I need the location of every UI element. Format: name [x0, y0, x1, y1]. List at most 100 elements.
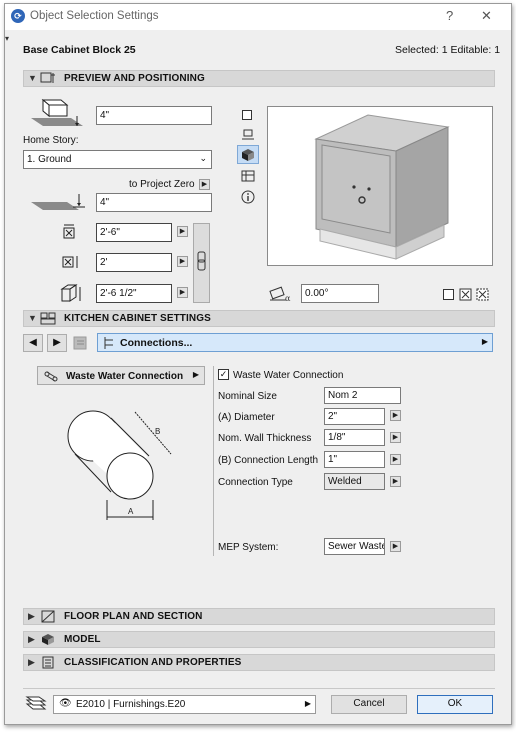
pipe-icon	[44, 371, 58, 382]
depth-input[interactable]: 2'	[96, 253, 172, 272]
3d-preview[interactable]	[267, 106, 493, 266]
section-model-title: MODEL	[64, 634, 101, 645]
next-page-button[interactable]: ▶	[47, 334, 67, 352]
cancel-button[interactable]: Cancel	[331, 695, 407, 714]
title-bar: ⟳ Object Selection Settings ? ✕	[5, 4, 511, 30]
diagram-label-b: B	[155, 427, 160, 436]
section-floorplan-title: FLOOR PLAN AND SECTION	[64, 611, 203, 622]
kitchen-settings-icon	[40, 312, 56, 325]
chevron-right-icon: ▶	[192, 370, 199, 379]
depth-arrow-button[interactable]: ▶	[177, 256, 188, 267]
home-story-value: 1. Ground	[27, 154, 72, 165]
section-classification-header[interactable]: ▶ CLASSIFICATION AND PROPERTIES	[23, 654, 495, 671]
chain-link-icon	[197, 251, 206, 271]
height-arrow-button[interactable]: ▶	[177, 287, 188, 298]
width-input[interactable]: 2'-6"	[96, 223, 172, 242]
page-selector-value: Connections...	[120, 337, 193, 349]
nominal-size-input[interactable]: Nom 2	[324, 387, 401, 404]
footer-divider	[23, 688, 495, 689]
mep-system-arrow-button[interactable]: ▶	[390, 541, 401, 552]
preview-list-icon[interactable]	[241, 169, 255, 183]
project-zero-arrow-button[interactable]: ▶	[199, 179, 210, 190]
page-list-icon[interactable]	[72, 335, 90, 351]
section-preview-header[interactable]: ▼ PREVIEW AND POSITIONING	[23, 70, 495, 87]
project-zero-input[interactable]: 4"	[96, 193, 212, 212]
wall-thickness-arrow-button[interactable]: ▶	[390, 432, 401, 443]
collapse-arrow-icon: ▼	[28, 73, 37, 83]
connection-type-arrow-button[interactable]: ▶	[390, 476, 401, 487]
nominal-size-label: Nominal Size	[218, 391, 277, 402]
height-input[interactable]: 2'-6 1/2"	[96, 284, 172, 303]
waste-water-checkbox-label: Waste Water Connection	[233, 370, 344, 381]
layer-icon	[25, 696, 47, 710]
connection-button-label: Waste Water Connection	[66, 371, 184, 382]
waste-water-connection-button[interactable]: Waste Water Connection ▶	[37, 366, 205, 385]
collapse-arrow-icon: ▼	[28, 313, 37, 323]
rotation-angle-icon: α	[269, 286, 291, 303]
cabinet-preview-image	[314, 114, 450, 260]
proportion-lock-toggle[interactable]	[193, 223, 210, 303]
diameter-label: (A) Diameter	[218, 412, 275, 423]
window-title: Object Selection Settings	[30, 10, 159, 22]
diagram-label-a: A	[128, 507, 134, 516]
diameter-input[interactable]: 2"	[324, 408, 385, 425]
cube-icon	[242, 149, 254, 161]
wall-thickness-label: Nom. Wall Thickness	[218, 433, 312, 444]
depth-icon	[62, 256, 78, 268]
connection-length-arrow-button[interactable]: ▶	[390, 454, 401, 465]
height-icon	[60, 284, 81, 302]
model-icon	[42, 634, 54, 645]
elevation-to-story-icon	[31, 98, 83, 126]
preview-3d-button[interactable]	[237, 145, 259, 164]
mep-system-input[interactable]: Sewer Waste	[324, 538, 385, 555]
ok-button[interactable]: OK	[417, 695, 493, 714]
preview-positioning-icon	[40, 72, 55, 83]
object-name: Base Cabinet Block 25	[23, 44, 136, 56]
width-icon	[63, 224, 75, 239]
section-model-header[interactable]: ▶ MODEL	[23, 631, 495, 648]
section-preview-title: PREVIEW AND POSITIONING	[64, 73, 205, 84]
expand-arrow-icon: ▶	[28, 611, 35, 621]
info-icon[interactable]	[241, 190, 255, 204]
connection-type-label: Connection Type	[218, 477, 293, 488]
classification-select[interactable]: 👁 E2010 | Furnishings.E20 ▶	[53, 695, 316, 714]
chevron-down-icon: ⌄	[199, 153, 207, 163]
app-icon: ⟳	[11, 9, 25, 23]
connections-icon	[104, 337, 113, 349]
svg-text:α: α	[285, 294, 291, 303]
section-kitchen-title: KITCHEN CABINET SETTINGS	[64, 313, 211, 324]
to-project-zero-label: to Project Zero	[129, 179, 195, 190]
home-story-select[interactable]: 1. Ground ⌄	[23, 150, 212, 169]
page-selector[interactable]: Connections... ▶	[97, 333, 493, 352]
connection-type-select[interactable]: Welded	[324, 473, 385, 490]
prev-page-button[interactable]: ◀	[23, 334, 43, 352]
expand-arrow-icon: ▶	[28, 657, 35, 667]
connection-length-input[interactable]: 1"	[324, 451, 385, 468]
classification-icon	[42, 656, 54, 669]
mirror-x-icon[interactable]	[459, 288, 472, 301]
wall-thickness-input[interactable]: 1/8"	[324, 429, 385, 446]
chevron-right-icon: ▶	[481, 337, 488, 346]
preview-section-icon[interactable]	[241, 129, 255, 141]
classification-value: E2010 | Furnishings.E20	[76, 699, 186, 710]
width-arrow-button[interactable]: ▶	[177, 226, 188, 237]
connection-diagram: B A	[67, 410, 172, 520]
mirror-off-icon[interactable]	[443, 289, 454, 300]
pin-icon[interactable]: ▾	[5, 34, 9, 43]
preview-2d-icon[interactable]	[242, 110, 252, 120]
rotation-input[interactable]: 0.00°	[301, 284, 379, 303]
chevron-right-icon: ▶	[304, 699, 311, 708]
elevation-input[interactable]: 4"	[96, 106, 212, 125]
section-classification-title: CLASSIFICATION AND PROPERTIES	[64, 657, 242, 668]
mirror-y-icon[interactable]	[476, 288, 489, 301]
section-floorplan-header[interactable]: ▶ FLOOR PLAN AND SECTION	[23, 608, 495, 625]
waste-water-checkbox[interactable]: ✓	[218, 369, 229, 380]
section-kitchen-header[interactable]: ▼ KITCHEN CABINET SETTINGS	[23, 310, 495, 327]
panel-divider	[213, 366, 214, 556]
close-button[interactable]: ✕	[481, 8, 492, 24]
diameter-arrow-button[interactable]: ▶	[390, 410, 401, 421]
selection-info: Selected: 1 Editable: 1	[395, 44, 501, 56]
project-zero-icon	[31, 194, 85, 210]
help-button[interactable]: ?	[446, 8, 453, 23]
home-story-label: Home Story:	[23, 135, 79, 146]
